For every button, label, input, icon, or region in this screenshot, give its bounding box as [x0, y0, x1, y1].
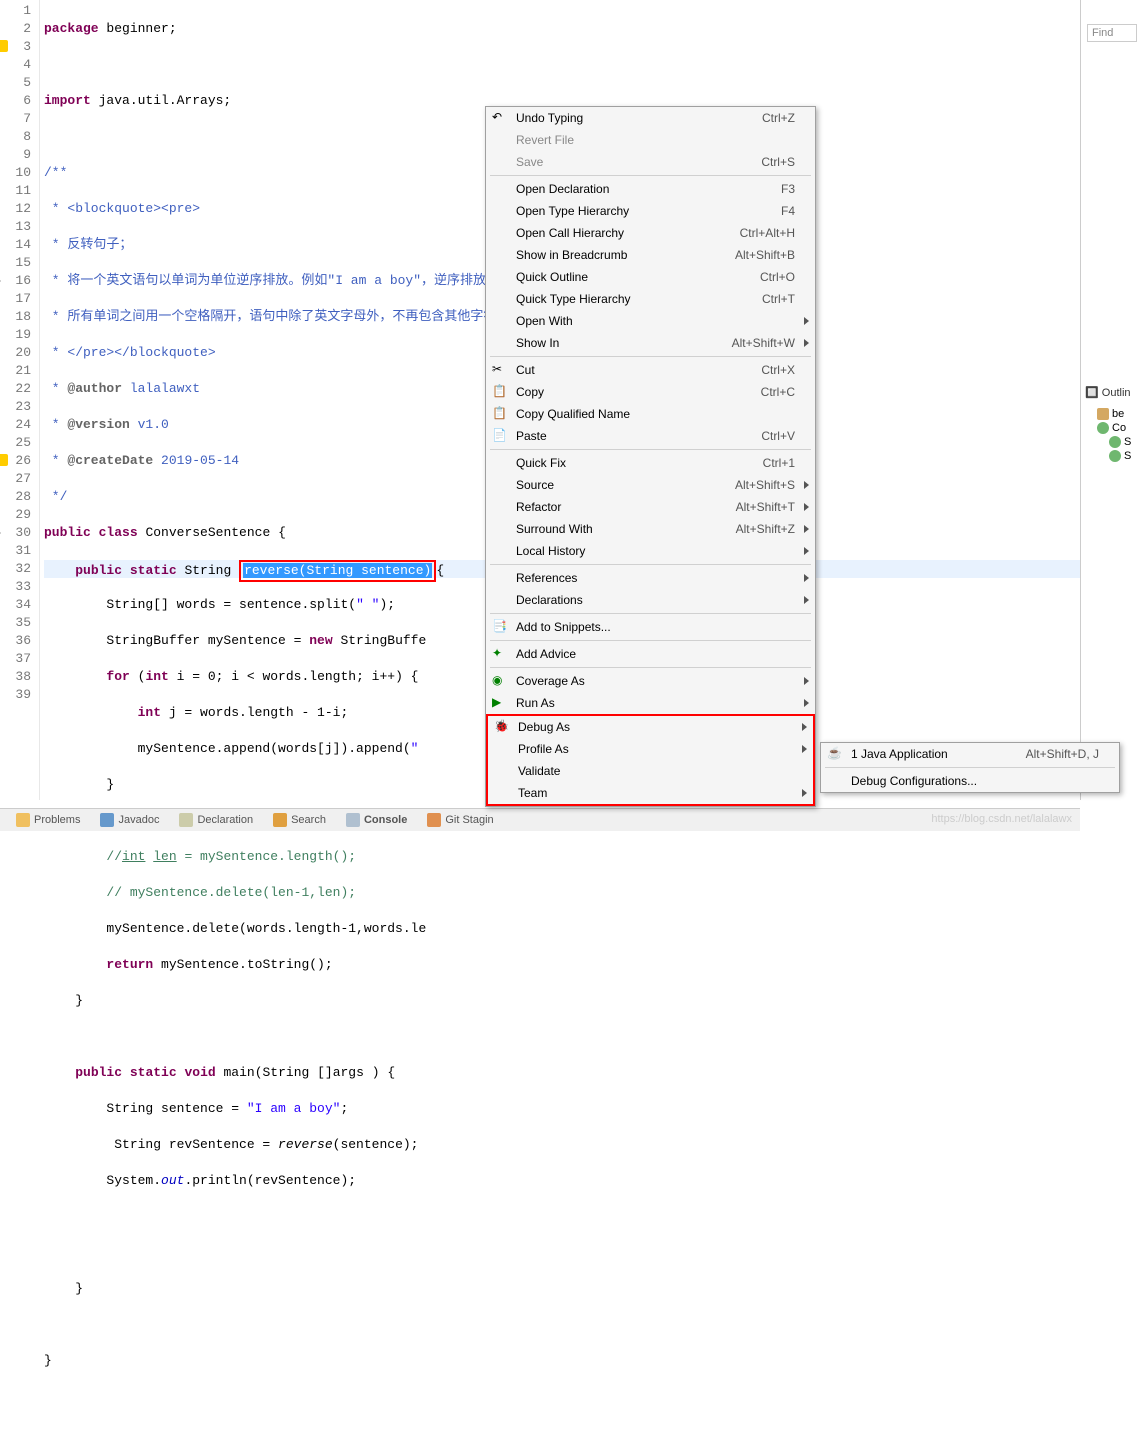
paste-icon: 📄 [492, 428, 508, 444]
bottom-tabs[interactable]: Problems Javadoc Declaration Search Cons… [0, 808, 1080, 831]
warning-icon [0, 40, 8, 52]
cut-icon: ✂ [492, 362, 508, 378]
submenu-arrow-icon [804, 574, 809, 582]
outline-header: 🔲 Outlin [1081, 382, 1142, 403]
copy-icon: 📋 [492, 384, 508, 400]
arrow-icon [0, 529, 1, 537]
menu-surround[interactable]: Surround WithAlt+Shift+Z [486, 518, 815, 540]
menu-show-breadcrumb[interactable]: Show in BreadcrumbAlt+Shift+B [486, 244, 815, 266]
tab-git[interactable]: Git Stagin [417, 813, 503, 827]
menu-declarations[interactable]: Declarations [486, 589, 815, 611]
menu-validate[interactable]: Validate [488, 760, 813, 782]
watermark: https://blog.csdn.net/lalalawx [931, 813, 1072, 825]
menu-cut[interactable]: ✂CutCtrl+X [486, 359, 815, 381]
copy-icon: 📋 [492, 406, 508, 422]
right-panel: Find 🔲 Outlin be Co S S [1080, 0, 1142, 800]
snippet-icon: 📑 [492, 619, 508, 635]
debug-icon: 🐞 [494, 719, 510, 735]
undo-icon: ↶ [492, 110, 508, 126]
menu-separator [490, 356, 811, 357]
menu-separator [490, 175, 811, 176]
menu-separator [490, 613, 811, 614]
menu-open-declaration[interactable]: Open DeclarationF3 [486, 178, 815, 200]
package-icon [1097, 408, 1109, 420]
menu-advice[interactable]: ✦Add Advice [486, 643, 815, 665]
menu-local-history[interactable]: Local History [486, 540, 815, 562]
highlighted-section: 🐞Debug As Profile As Validate Team [486, 714, 815, 806]
outline-tree[interactable]: be Co S S [1081, 403, 1142, 467]
menu-open-with[interactable]: Open With [486, 310, 815, 332]
menu-copy[interactable]: 📋CopyCtrl+C [486, 381, 815, 403]
selection-highlight: reverse(String sentence) [239, 560, 436, 582]
java-icon: ☕ [827, 746, 843, 762]
menu-open-type-hierarchy[interactable]: Open Type HierarchyF4 [486, 200, 815, 222]
menu-separator [490, 667, 811, 668]
warning-icon [0, 454, 8, 466]
submenu-java-app[interactable]: ☕1 Java ApplicationAlt+Shift+D, J [821, 743, 1119, 765]
submenu-arrow-icon [804, 503, 809, 511]
javadoc-icon [100, 813, 114, 827]
tab-search[interactable]: Search [263, 813, 336, 827]
submenu-arrow-icon [804, 596, 809, 604]
menu-run-as[interactable]: ▶Run As [486, 692, 815, 714]
menu-separator [490, 449, 811, 450]
context-menu[interactable]: ↶Undo TypingCtrl+Z Revert File SaveCtrl+… [485, 106, 816, 807]
submenu-arrow-icon [804, 481, 809, 489]
tab-console[interactable]: Console [336, 813, 417, 827]
submenu-debug-config[interactable]: Debug Configurations... [821, 770, 1119, 792]
menu-show-in[interactable]: Show InAlt+Shift+W [486, 332, 815, 354]
menu-save[interactable]: SaveCtrl+S [486, 151, 815, 173]
menu-open-call-hierarchy[interactable]: Open Call HierarchyCtrl+Alt+H [486, 222, 815, 244]
menu-quick-type-hierarchy[interactable]: Quick Type HierarchyCtrl+T [486, 288, 815, 310]
advice-icon: ✦ [492, 646, 508, 662]
submenu-arrow-icon [802, 789, 807, 797]
method-icon [1109, 450, 1121, 462]
search-icon [273, 813, 287, 827]
submenu-arrow-icon [804, 547, 809, 555]
debug-submenu[interactable]: ☕1 Java ApplicationAlt+Shift+D, J Debug … [820, 742, 1120, 793]
arrow-icon [0, 277, 1, 285]
menu-paste[interactable]: 📄PasteCtrl+V [486, 425, 815, 447]
problems-icon [16, 813, 30, 827]
menu-separator [825, 767, 1115, 768]
submenu-arrow-icon [802, 723, 807, 731]
git-icon [427, 813, 441, 827]
console-icon [346, 813, 360, 827]
submenu-arrow-icon [804, 525, 809, 533]
menu-refactor[interactable]: RefactorAlt+Shift+T [486, 496, 815, 518]
submenu-arrow-icon [802, 745, 807, 753]
declaration-icon [179, 813, 193, 827]
menu-revert[interactable]: Revert File [486, 129, 815, 151]
menu-profile-as[interactable]: Profile As [488, 738, 813, 760]
run-icon: ▶ [492, 695, 508, 711]
class-icon [1097, 422, 1109, 434]
find-input[interactable]: Find [1087, 24, 1137, 42]
tab-declaration[interactable]: Declaration [169, 813, 263, 827]
coverage-icon: ◉ [492, 673, 508, 689]
method-icon [1109, 436, 1121, 448]
menu-undo[interactable]: ↶Undo TypingCtrl+Z [486, 107, 815, 129]
menu-source[interactable]: SourceAlt+Shift+S [486, 474, 815, 496]
line-number-gutter: 1 2 3 4 5 6 7 8 9 10 11 12 13 14 15 16 1… [0, 0, 40, 800]
tab-javadoc[interactable]: Javadoc [90, 813, 169, 827]
submenu-arrow-icon [804, 699, 809, 707]
menu-team[interactable]: Team [488, 782, 813, 804]
menu-separator [490, 640, 811, 641]
tab-problems[interactable]: Problems [6, 813, 90, 827]
menu-coverage[interactable]: ◉Coverage As [486, 670, 815, 692]
submenu-arrow-icon [804, 317, 809, 325]
menu-separator [490, 564, 811, 565]
menu-quick-fix[interactable]: Quick FixCtrl+1 [486, 452, 815, 474]
submenu-arrow-icon [804, 677, 809, 685]
menu-references[interactable]: References [486, 567, 815, 589]
menu-snippets[interactable]: 📑Add to Snippets... [486, 616, 815, 638]
menu-copy-qualified[interactable]: 📋Copy Qualified Name [486, 403, 815, 425]
menu-quick-outline[interactable]: Quick OutlineCtrl+O [486, 266, 815, 288]
menu-debug-as[interactable]: 🐞Debug As [488, 716, 813, 738]
submenu-arrow-icon [804, 339, 809, 347]
